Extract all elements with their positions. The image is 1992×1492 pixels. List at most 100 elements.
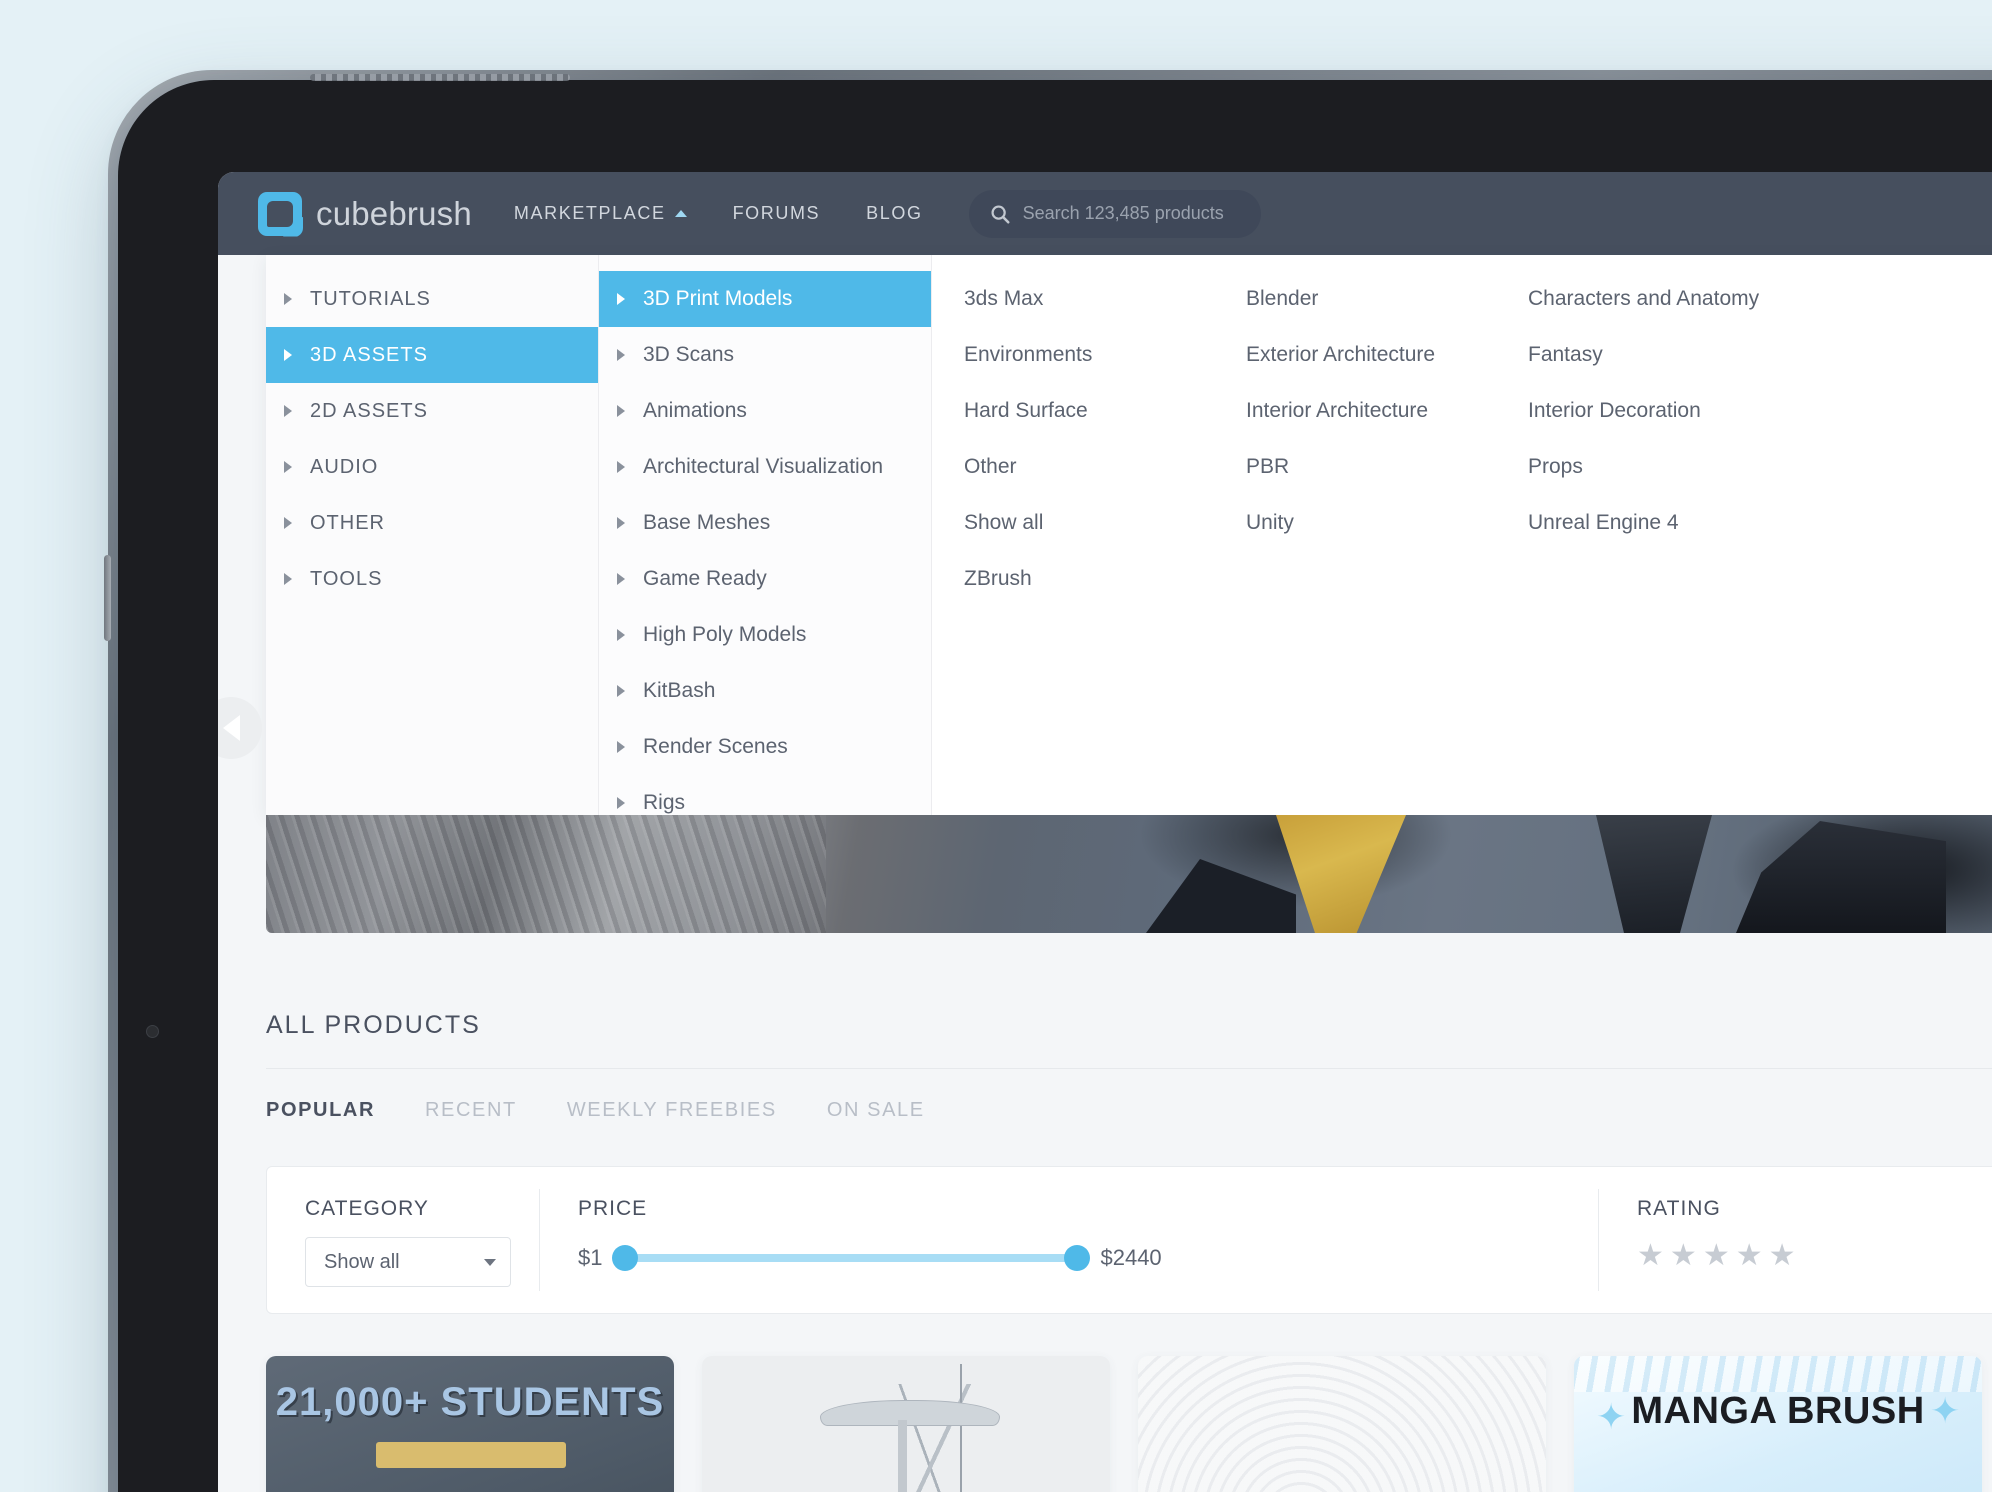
price-filter-label: PRICE xyxy=(578,1197,648,1220)
triangle-right-icon xyxy=(284,517,292,529)
triangle-right-icon xyxy=(617,517,625,529)
triangle-right-icon xyxy=(617,797,625,809)
menu-tag-unreal-engine-4[interactable]: Unreal Engine 4 xyxy=(1528,495,1810,551)
menu-tag-column-3: Characters and Anatomy Fantasy Interior … xyxy=(1528,271,1810,815)
product-card-title: MANGA BRUSH xyxy=(1631,1390,1925,1432)
product-card[interactable]: 21,000+ STUDENTS xyxy=(266,1356,674,1492)
star-icon-1[interactable]: ★ xyxy=(1637,1241,1664,1271)
triangle-right-icon xyxy=(617,685,625,697)
menu-category-tools[interactable]: TOOLS xyxy=(266,551,598,607)
product-card-ring-pattern xyxy=(1138,1356,1546,1492)
menu-tag-fantasy[interactable]: Fantasy xyxy=(1528,327,1810,383)
menu-category-audio[interactable]: AUDIO xyxy=(266,439,598,495)
menu-category-3d-assets[interactable]: 3D ASSETS xyxy=(266,327,598,383)
carousel-prev-button[interactable] xyxy=(218,697,262,759)
triangle-right-icon xyxy=(284,405,292,417)
menu-subcategory-kitbash[interactable]: KitBash xyxy=(599,663,931,719)
menu-category-2d-assets[interactable]: 2D ASSETS xyxy=(266,383,598,439)
star-icon-2[interactable]: ★ xyxy=(1670,1241,1697,1271)
menu-subcategory-3d-scans[interactable]: 3D Scans xyxy=(599,327,931,383)
menu-category-tutorials[interactable]: TUTORIALS xyxy=(266,271,598,327)
triangle-right-icon xyxy=(617,293,625,305)
menu-category-label: 2D ASSETS xyxy=(310,399,428,422)
menu-subcategory-label: High Poly Models xyxy=(643,623,807,646)
menu-category-label: AUDIO xyxy=(310,455,379,478)
menu-tag-3ds-max[interactable]: 3ds Max xyxy=(964,271,1246,327)
menu-subcategory-base-meshes[interactable]: Base Meshes xyxy=(599,495,931,551)
nav-link-blog[interactable]: BLOG xyxy=(866,203,922,224)
menu-subcategory-column: 3D Print Models 3D Scans Animations Arch… xyxy=(599,255,932,815)
star-icon-3[interactable]: ★ xyxy=(1703,1241,1730,1271)
menu-subcategory-game-ready[interactable]: Game Ready xyxy=(599,551,931,607)
menu-tag-environments[interactable]: Environments xyxy=(964,327,1246,383)
menu-subcategory-label: Rigs xyxy=(643,791,686,814)
menu-category-other[interactable]: OTHER xyxy=(266,495,598,551)
menu-tag-show-all[interactable]: Show all xyxy=(964,495,1246,551)
tab-recent[interactable]: RECENT xyxy=(425,1099,517,1122)
menu-tag-exterior-architecture[interactable]: Exterior Architecture xyxy=(1246,327,1528,383)
rating-filter-label: RATING xyxy=(1637,1197,1721,1220)
category-select[interactable]: Show all xyxy=(305,1237,511,1287)
menu-tag-interior-architecture[interactable]: Interior Architecture xyxy=(1246,383,1528,439)
price-slider-min-handle[interactable] xyxy=(612,1245,639,1271)
brand-logo[interactable]: cubebrush xyxy=(258,191,472,236)
search-input[interactable] xyxy=(1022,203,1233,224)
menu-tag-characters-and-anatomy[interactable]: Characters and Anatomy xyxy=(1528,271,1810,327)
tab-popular[interactable]: POPULAR xyxy=(266,1099,375,1122)
product-card[interactable] xyxy=(1138,1356,1546,1492)
triangle-right-icon xyxy=(617,349,625,361)
device-speaker-grille xyxy=(310,74,570,81)
filter-bar: CATEGORY Show all PRICE $1 $2440 RATING … xyxy=(266,1166,1992,1314)
nav-link-marketplace-label: MARKETPLACE xyxy=(513,203,666,223)
product-card-title: 21,000+ STUDENTS xyxy=(275,1380,665,1424)
price-slider-track[interactable] xyxy=(612,1245,1091,1271)
menu-subcategory-animations[interactable]: Animations xyxy=(599,383,931,439)
menu-subcategory-architectural-visualization[interactable]: Architectural Visualization xyxy=(599,439,931,495)
product-card[interactable] xyxy=(702,1356,1110,1492)
menu-subcategory-high-poly-models[interactable]: High Poly Models xyxy=(599,607,931,663)
nav-link-forums[interactable]: FORUMS xyxy=(733,203,821,224)
triangle-right-icon xyxy=(617,629,625,641)
device-camera-dot xyxy=(146,1025,159,1038)
menu-subcategory-3d-print-models[interactable]: 3D Print Models xyxy=(599,271,931,327)
menu-tag-interior-decoration[interactable]: Interior Decoration xyxy=(1528,383,1810,439)
menu-category-label: TUTORIALS xyxy=(310,287,431,310)
menu-tag-other[interactable]: Other xyxy=(964,439,1246,495)
menu-tag-zbrush[interactable]: ZBrush xyxy=(964,551,1246,607)
rating-stars: ★ ★ ★ ★ ★ xyxy=(1637,1241,1992,1271)
product-card-grid: 21,000+ STUDENTS ✦ ✦ MANGA BRUSH xyxy=(266,1356,1992,1492)
category-filter: CATEGORY Show all xyxy=(267,1167,539,1313)
nav-link-marketplace[interactable]: MARKETPLACE xyxy=(514,203,687,224)
chevron-down-icon xyxy=(484,1258,496,1266)
device-side-button[interactable] xyxy=(104,555,111,641)
price-max-label: $2440 xyxy=(1100,1245,1162,1270)
tab-weekly-freebies[interactable]: WEEKLY FREEBIES xyxy=(567,1099,777,1122)
menu-tag-columns: 3ds Max Environments Hard Surface Other … xyxy=(932,255,1992,815)
product-card[interactable]: ✦ ✦ MANGA BRUSH xyxy=(1574,1356,1982,1492)
chevron-up-icon xyxy=(674,210,687,217)
menu-subcategory-label: 3D Scans xyxy=(643,343,735,366)
hero-feather-texture xyxy=(266,815,826,933)
menu-tag-unity[interactable]: Unity xyxy=(1246,495,1528,551)
product-card-accent-bar xyxy=(376,1442,566,1468)
triangle-right-icon xyxy=(284,349,292,361)
menu-tag-props[interactable]: Props xyxy=(1528,439,1810,495)
menu-tag-hard-surface[interactable]: Hard Surface xyxy=(964,383,1246,439)
hero-dark-shape-right xyxy=(1736,821,1946,933)
hero-wing-shape xyxy=(1596,815,1712,933)
star-icon-5[interactable]: ★ xyxy=(1769,1241,1796,1271)
menu-subcategory-label: 3D Print Models xyxy=(643,287,793,310)
price-min-label: $1 xyxy=(578,1245,603,1270)
menu-tag-column-2: Blender Exterior Architecture Interior A… xyxy=(1246,271,1528,815)
hero-banner-image[interactable] xyxy=(266,815,1992,933)
search-box[interactable] xyxy=(968,189,1261,238)
menu-tag-pbr[interactable]: PBR xyxy=(1246,439,1528,495)
product-card-streak-pattern xyxy=(1574,1356,1982,1392)
menu-subcategory-label: Architectural Visualization xyxy=(643,455,884,478)
menu-tag-blender[interactable]: Blender xyxy=(1246,271,1528,327)
tab-on-sale[interactable]: ON SALE xyxy=(827,1099,925,1122)
price-slider-max-handle[interactable] xyxy=(1064,1245,1091,1271)
rating-filter: RATING ★ ★ ★ ★ ★ xyxy=(1599,1167,1992,1313)
menu-subcategory-render-scenes[interactable]: Render Scenes xyxy=(599,719,931,775)
star-icon-4[interactable]: ★ xyxy=(1736,1241,1763,1271)
